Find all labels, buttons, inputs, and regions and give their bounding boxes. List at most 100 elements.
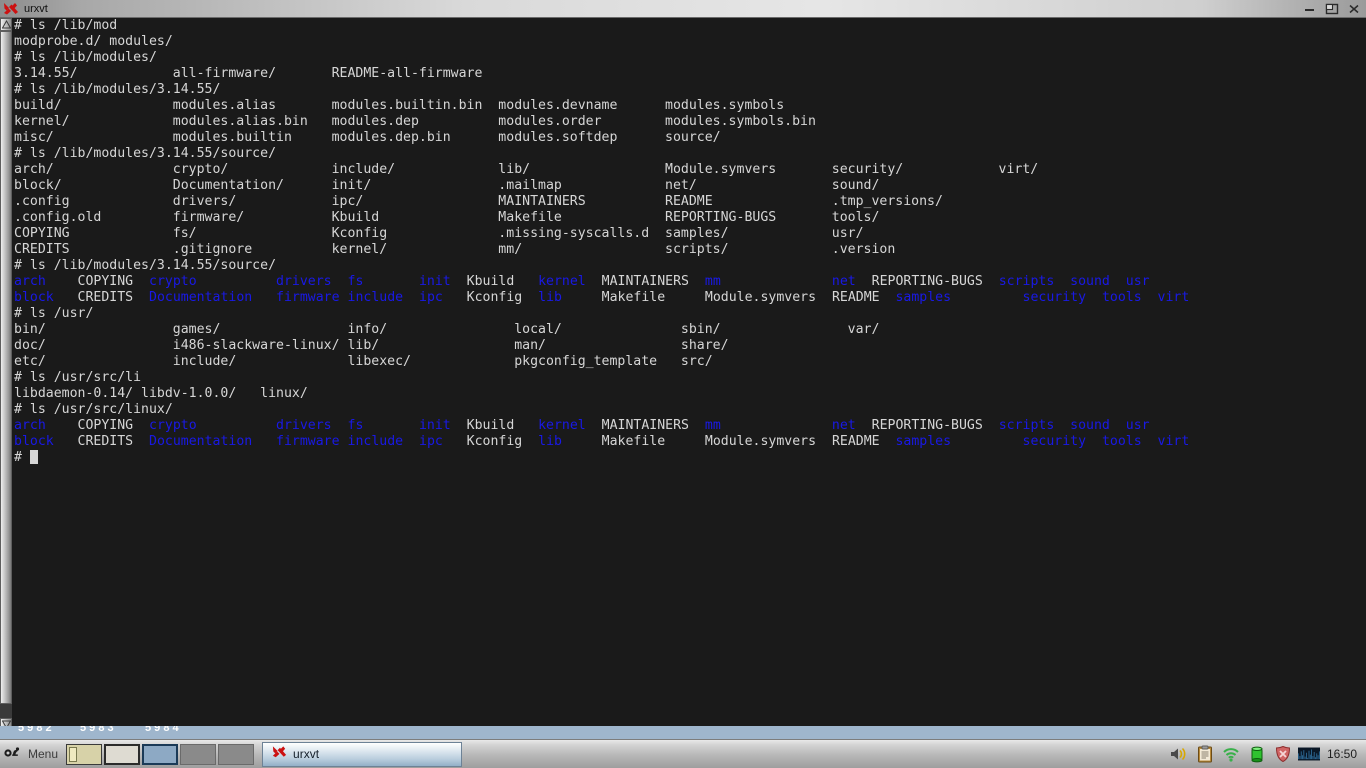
terminal-text: README xyxy=(831,290,880,305)
terminal-text: Makefile xyxy=(601,434,666,449)
terminal-text: bin/ games/ info/ local/ sbin/ var/ xyxy=(14,322,880,337)
terminal-line: # ls /lib/modules/ xyxy=(14,50,1366,66)
terminal-text: # ls /lib/mod xyxy=(14,18,118,33)
scrollbar-trough[interactable] xyxy=(0,31,12,718)
directory-entry: kernel xyxy=(538,418,586,433)
directory-entry: mm xyxy=(704,274,721,289)
directory-entry: init xyxy=(418,274,451,289)
terminal-line: build/ modules.alias modules.builtin.bin… xyxy=(14,98,1366,114)
terminal-text: README xyxy=(831,434,880,449)
terminal-line: .config drivers/ ipc/ MAINTAINERS README… xyxy=(14,194,1366,210)
clock[interactable]: 16:50 xyxy=(1322,747,1364,761)
taskbar-window-button[interactable]: urxvt xyxy=(262,741,463,767)
directory-entry: virt xyxy=(1157,434,1190,449)
terminal-line: arch COPYING crypto drivers fs init Kbui… xyxy=(14,418,1366,434)
terminal-window[interactable]: # ls /lib/mod modprobe.d/ modules/# ls /l… xyxy=(0,18,1366,731)
directory-entry: scripts xyxy=(998,418,1055,433)
scroll-up-arrow-icon[interactable] xyxy=(0,18,12,31)
security-shield-icon[interactable] xyxy=(1272,743,1294,765)
directory-entry: drivers xyxy=(276,418,332,433)
directory-entry: include xyxy=(347,434,404,449)
terminal-text: # ls /lib/modules/3.14.55/source/ xyxy=(14,258,277,273)
workspace-2-button[interactable] xyxy=(104,743,141,765)
x-logo-icon xyxy=(271,744,288,764)
directory-entry: crypto xyxy=(149,274,197,289)
volume-icon[interactable] xyxy=(1168,743,1190,765)
maximize-button[interactable] xyxy=(1322,1,1342,17)
directory-entry: fs xyxy=(347,418,364,433)
terminal-text: libdaemon-0.14/ libdv-1.0.0/ linux/ xyxy=(14,386,308,401)
terminal-line: block CREDITS Documentation firmware inc… xyxy=(14,434,1366,450)
terminal-line: block/ Documentation/ init/ .mailmap net… xyxy=(14,178,1366,194)
workspace-1-button[interactable] xyxy=(66,743,103,765)
desktop-name-label: 5 9 8 2 xyxy=(18,726,52,734)
terminal-text: CREDITS xyxy=(77,290,134,305)
window-titlebar[interactable]: urxvt xyxy=(0,0,1366,18)
battery-icon[interactable] xyxy=(1246,743,1268,765)
terminal-text: doc/ i486-slackware-linux/ lib/ man/ sha… xyxy=(14,338,729,353)
scrollbar-thumb[interactable] xyxy=(0,31,12,705)
clipboard-icon[interactable] xyxy=(1194,743,1216,765)
workspace-4-button[interactable] xyxy=(180,743,217,765)
x-logo-icon xyxy=(2,1,20,17)
directory-entry: samples xyxy=(895,434,952,449)
terminal-text: modprobe.d/ modules/ xyxy=(14,34,173,49)
directory-entry: fs xyxy=(347,274,364,289)
desktop-name-label: 5 9 8 3 xyxy=(80,726,114,734)
terminal-text: COPYING xyxy=(77,274,134,289)
terminal-text: Kbuild xyxy=(466,274,515,289)
minimize-button[interactable] xyxy=(1300,1,1320,17)
terminal-text: # ls /lib/modules/3.14.55/ xyxy=(14,82,221,97)
start-menu-button[interactable]: Menu xyxy=(0,741,64,768)
workspace-pager[interactable] xyxy=(66,743,256,765)
terminal-text: # ls /lib/modules/3.14.55/source/ xyxy=(14,146,277,161)
desktop-name-label: 5 9 8 4 xyxy=(145,726,179,734)
terminal-text: Module.symvers xyxy=(704,434,817,449)
terminal-text: MAINTAINERS xyxy=(601,418,689,433)
terminal-scrollbar[interactable] xyxy=(0,18,12,731)
directory-entry: scripts xyxy=(998,274,1055,289)
workspace-3-button[interactable] xyxy=(142,743,179,765)
terminal-text: # xyxy=(14,450,30,465)
directory-entry: kernel xyxy=(538,274,586,289)
directory-entry: init xyxy=(418,418,451,433)
wifi-icon[interactable] xyxy=(1220,743,1242,765)
terminal-text: REPORTING-BUGS xyxy=(871,274,983,289)
network-graph-icon[interactable] xyxy=(1297,743,1320,765)
terminal-line: # ls /lib/modules/3.14.55/source/ xyxy=(14,146,1366,162)
workspace-5-button[interactable] xyxy=(218,743,255,765)
directory-entry: block xyxy=(14,290,54,305)
close-button[interactable] xyxy=(1344,1,1364,17)
terminal-line: arch/ crypto/ include/ lib/ Module.symve… xyxy=(14,162,1366,178)
directory-entry: samples xyxy=(895,290,952,305)
directory-entry: usr xyxy=(1125,418,1150,433)
